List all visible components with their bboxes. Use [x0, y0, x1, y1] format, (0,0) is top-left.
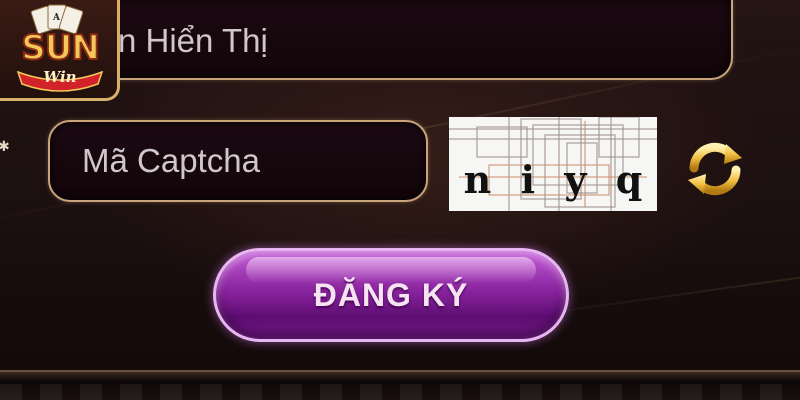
svg-text:A: A [52, 13, 61, 23]
refresh-icon [688, 142, 742, 196]
captcha-char: i [520, 157, 536, 202]
sparkle-icon: ✱ [0, 138, 10, 154]
display-name-input[interactable] [72, 0, 731, 78]
captcha-char: n [463, 157, 492, 202]
logo-text-sun: SUN [20, 27, 101, 69]
captcha-text: n i y q [449, 157, 657, 202]
register-button-label: ĐĂNG KÝ [313, 276, 469, 313]
registration-screen: ✱ n Hiển Thị Mã Captcha n i y q ĐĂNG KÝ … [0, 0, 800, 400]
captcha-image: n i y q [449, 117, 657, 211]
bottom-banner-strip [0, 370, 800, 400]
captcha-char: q [615, 157, 643, 202]
logo-text-win: Win [43, 68, 77, 86]
refresh-captcha-button[interactable] [684, 138, 746, 200]
sunwin-logo[interactable]: A SUN Win [0, 0, 120, 101]
register-button[interactable]: ĐĂNG KÝ [213, 248, 569, 342]
captcha-char: y [564, 157, 587, 202]
display-name-field[interactable] [70, 0, 733, 80]
captcha-field[interactable] [48, 120, 428, 202]
captcha-input[interactable] [50, 122, 426, 200]
